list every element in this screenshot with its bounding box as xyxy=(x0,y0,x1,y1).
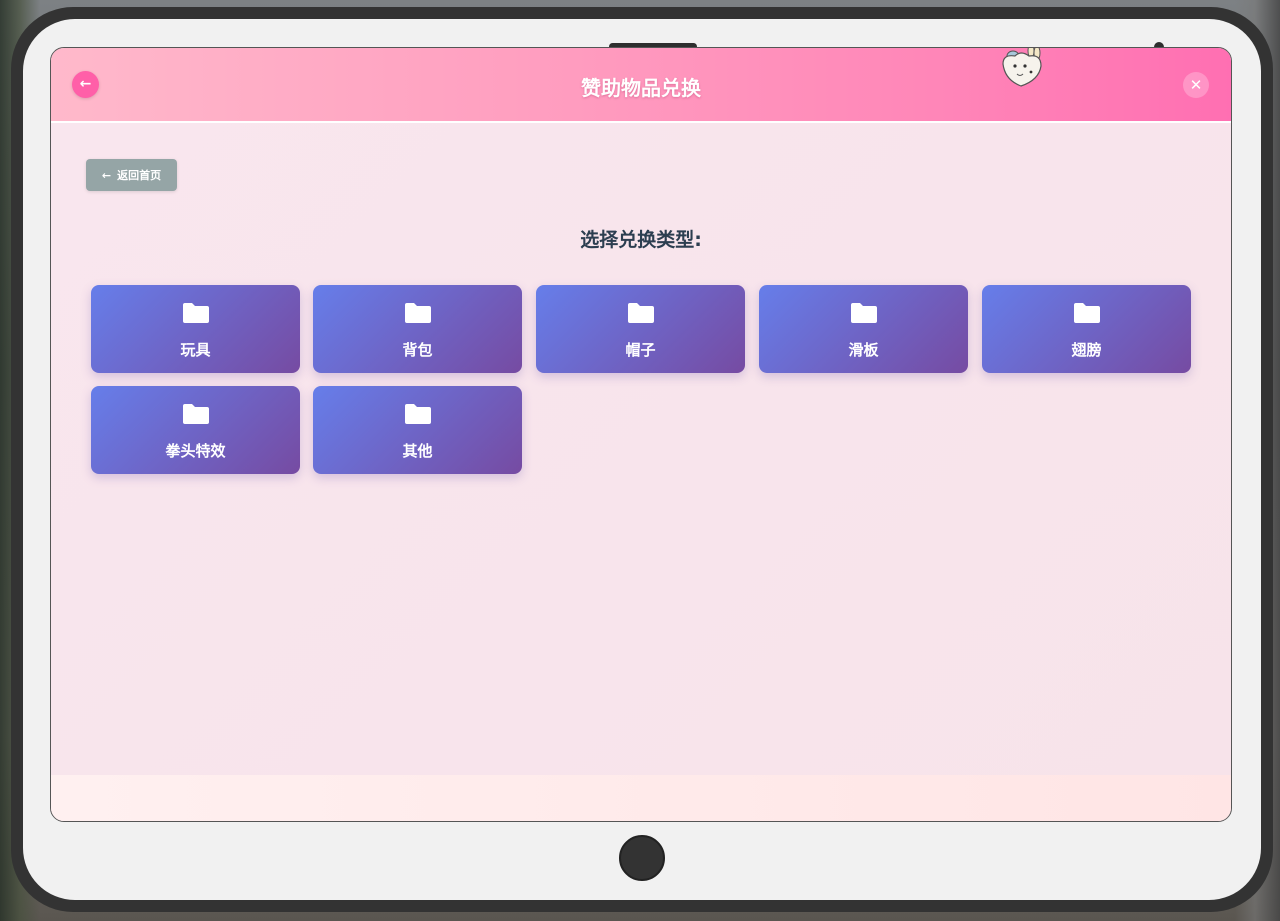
back-home-button[interactable]: ← 返回首页 xyxy=(86,159,177,191)
close-button[interactable]: ✕ xyxy=(1183,72,1209,98)
folder-icon xyxy=(405,303,431,323)
category-card-toys[interactable]: 玩具 xyxy=(91,285,300,373)
section-title: 选择兑换类型: xyxy=(580,229,702,251)
back-home-label: 返回首页 xyxy=(117,169,162,182)
category-label: 拳头特效 xyxy=(165,442,226,460)
tablet-frame: ← 赞助物品兑换 ✕ ← 返回首页 选择兑换类型: 玩具 背包 帽子 滑板 翅膀… xyxy=(11,7,1273,912)
category-label: 背包 xyxy=(402,341,433,359)
category-label: 帽子 xyxy=(625,341,656,359)
category-card-wings[interactable]: 翅膀 xyxy=(982,285,1191,373)
tablet-bezel: ← 赞助物品兑换 ✕ ← 返回首页 选择兑换类型: 玩具 背包 帽子 滑板 翅膀… xyxy=(23,19,1261,900)
app-header: ← 赞助物品兑换 ✕ xyxy=(51,48,1231,123)
page-title: 赞助物品兑换 xyxy=(581,76,701,100)
category-card-skateboard[interactable]: 滑板 xyxy=(759,285,968,373)
category-label: 其他 xyxy=(402,442,433,460)
category-label: 玩具 xyxy=(180,341,211,359)
category-card-other[interactable]: 其他 xyxy=(313,386,522,474)
category-card-hat[interactable]: 帽子 xyxy=(536,285,745,373)
main-content: ← 返回首页 选择兑换类型: 玩具 背包 帽子 滑板 翅膀 拳头特效 其他 xyxy=(51,123,1231,775)
folder-icon xyxy=(183,303,209,323)
footer-strip xyxy=(51,775,1231,821)
category-card-backpack[interactable]: 背包 xyxy=(313,285,522,373)
folder-icon xyxy=(1074,303,1100,323)
folder-icon xyxy=(183,404,209,424)
category-label: 翅膀 xyxy=(1071,341,1102,359)
folder-icon xyxy=(851,303,877,323)
tablet-home-button[interactable] xyxy=(619,835,665,881)
folder-icon xyxy=(628,303,654,323)
category-card-fist-effects[interactable]: 拳头特效 xyxy=(91,386,300,474)
category-label: 滑板 xyxy=(848,341,879,359)
bunny-mascot-icon xyxy=(1002,48,1042,87)
arrow-left-icon: ← xyxy=(101,168,112,182)
app-screen: ← 赞助物品兑换 ✕ ← 返回首页 选择兑换类型: 玩具 背包 帽子 滑板 翅膀… xyxy=(50,47,1232,822)
folder-icon xyxy=(405,404,431,424)
